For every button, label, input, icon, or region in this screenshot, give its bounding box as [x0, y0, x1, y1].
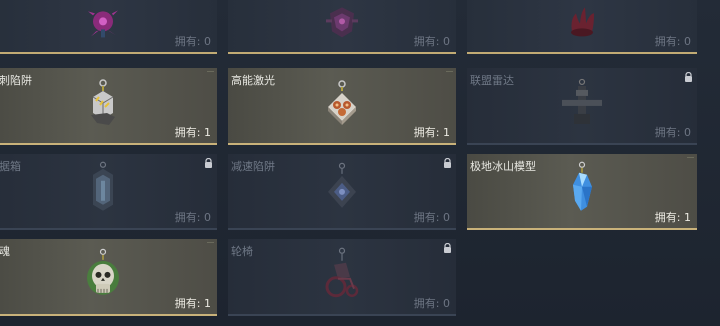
spiked-ornament-icon: [87, 10, 118, 38]
item-name: 极地冰山模型: [470, 160, 536, 173]
owned-count: 拥有: 1: [413, 126, 450, 139]
tentacle-plant-icon: [571, 7, 594, 37]
card-corner-mark: [207, 71, 214, 75]
collection-card[interactable]: 轮椅 拥有: 0: [228, 239, 456, 316]
collection-card[interactable]: 幽魂 拥有: 1: [0, 239, 217, 316]
ghost-skull-icon: [86, 248, 119, 295]
collection-card[interactable]: 高能激光 拥有: 1: [228, 68, 456, 145]
dark-machine-icon: [326, 7, 358, 38]
lock-icon: [205, 158, 212, 168]
owned-count: 拥有: 1: [174, 126, 211, 139]
collection-card[interactable]: 联盟雷达 拥有: 0: [467, 68, 697, 145]
collection-card[interactable]: 减速陷阱 拥有: 0: [228, 154, 456, 230]
owned-count: 拥有: 1: [654, 211, 691, 224]
data-box-icon: [92, 161, 113, 211]
iceberg-model-icon: [573, 161, 592, 211]
owned-count: 拥有: 0: [413, 35, 450, 48]
item-name: 减速陷阱: [231, 160, 275, 173]
card-corner-mark: [687, 157, 694, 161]
radar-tower-icon: [562, 78, 602, 124]
item-name: 轮椅: [231, 245, 253, 258]
lock-icon: [444, 158, 451, 168]
collection-grid: { "count_label": "拥有:", "cards": [ {"nam…: [0, 0, 720, 326]
owned-count: 拥有: 0: [654, 126, 691, 139]
card-corner-mark: [446, 71, 453, 75]
owned-count: 拥有: 0: [413, 211, 450, 224]
item-name: 联盟雷达: [470, 74, 514, 87]
collection-card[interactable]: 极地冰山模型 拥有: 1: [467, 154, 697, 230]
lock-icon: [685, 72, 692, 82]
item-name: 高能激光: [231, 74, 275, 87]
owned-count: 拥有: 0: [413, 297, 450, 310]
owned-count: 拥有: 0: [654, 35, 691, 48]
wheelchair-icon: [325, 247, 359, 297]
collection-card[interactable]: 拥有: 0: [228, 0, 456, 54]
collection-card[interactable]: 突刺陷阱 拥有: 1: [0, 68, 217, 145]
laser-device-icon: [328, 79, 356, 125]
owned-count: 拥有: 0: [174, 35, 211, 48]
spike-trap-icon: [90, 78, 115, 125]
owned-count: 拥有: 0: [174, 211, 211, 224]
slow-trap-icon: [328, 162, 356, 208]
collection-card[interactable]: 拥有: 0: [467, 0, 697, 54]
item-name: 突刺陷阱: [0, 74, 32, 87]
collection-card[interactable]: 拥有: 0: [0, 0, 217, 54]
collection-card[interactable]: 数据箱 拥有: 0: [0, 154, 217, 230]
card-corner-mark: [207, 242, 214, 246]
item-name: 数据箱: [0, 160, 21, 173]
lock-icon: [444, 243, 451, 253]
owned-count: 拥有: 1: [174, 297, 211, 310]
item-name: 幽魂: [0, 245, 10, 258]
